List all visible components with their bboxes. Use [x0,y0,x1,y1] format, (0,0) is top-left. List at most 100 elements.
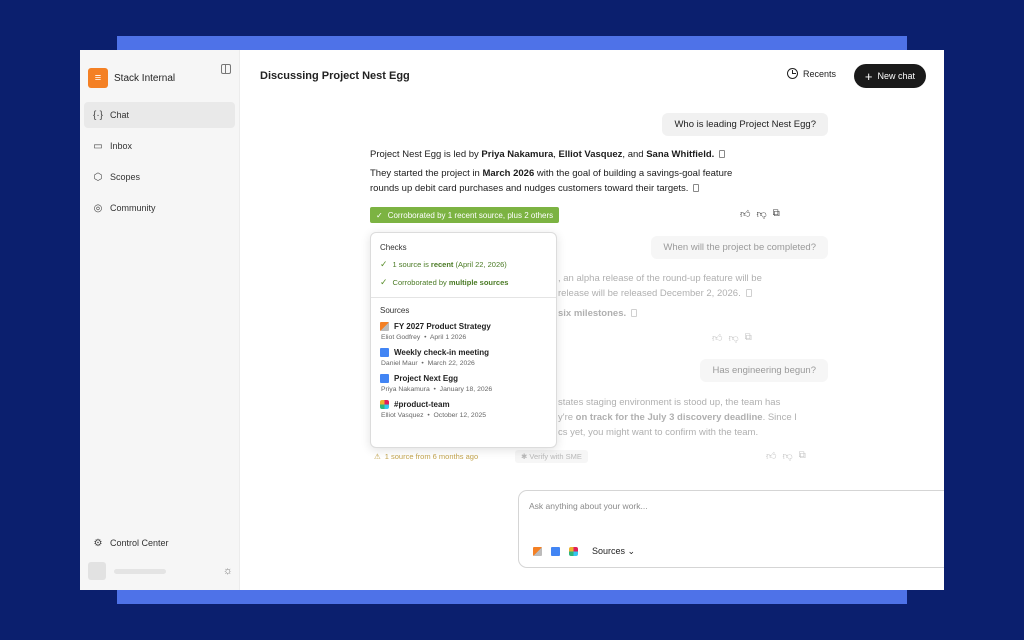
slack-icon [569,547,578,556]
corroboration-label: Corroborated by 1 recent source, plus 2 … [387,210,554,220]
user-message: Who is leading Project Nest Egg? [662,113,828,136]
sidebar-item-label: Chat [110,110,130,120]
sidebar: ≡ Stack Internal {·} Chat ▭ Inbox ⬡ Scop… [80,50,240,590]
clock-icon [786,68,798,79]
sidebar-item-chat[interactable]: {·} Chat [84,102,235,128]
sidebar-item-scopes[interactable]: ⬡ Scopes [84,164,235,190]
cube-icon: ⬡ [93,171,103,183]
source-date: October 12, 2025 [433,412,487,419]
source-date: January 18, 2026 [439,386,493,393]
sun-icon[interactable]: ☼ [223,565,233,577]
popover-divider [371,297,556,298]
answer-text: rounds up debit card purchases and nudge… [370,183,689,194]
sources-title: Sources [380,306,410,315]
gear-icon: ⚙ [93,537,103,549]
answer-bold: Elliot Vasquez [558,149,623,160]
assistant-answer-paragraph: Project Nest Egg is led by Priya Nakamur… [370,147,726,162]
check-text: 1 source is [392,260,431,269]
citation-doc-icon[interactable] [693,184,700,192]
source-date: March 22, 2026 [427,360,475,367]
answer-text: , an alpha release of the round-up featu… [558,273,762,284]
answer-text: six milestones. [558,308,627,319]
source-item[interactable]: #product-team Elliot Vasquez • October 1… [380,400,556,419]
copy-icon[interactable]: ⧉ [799,450,806,462]
composer-tools: Sources ⌄ [533,546,635,557]
community-icon: ◎ [93,202,103,214]
thumbs-up-icon[interactable]: 👍︎ [766,450,776,462]
citation-doc-icon[interactable] [745,289,752,297]
thumbs-up-icon[interactable]: 👍︎ [740,208,750,220]
verify-sme-button[interactable]: ✱ Verify with SME [515,450,588,463]
new-chat-label: New chat [877,71,915,81]
thumbs-up-icon[interactable]: 👍︎ [712,332,722,344]
user-row[interactable]: ☼ [88,562,233,580]
slack-icon [380,400,389,409]
stack-logo-icon: ≡ [88,68,108,88]
google-doc-icon [380,348,389,357]
sources-dropdown[interactable]: Sources ⌄ [592,546,635,557]
inbox-icon: ▭ [93,140,103,152]
answer-text: . Since I [762,412,797,423]
sidebar-item-label: Scopes [110,172,141,182]
page-title: Discussing Project Nest Egg [260,70,410,82]
new-chat-button[interactable]: + New chat [853,64,926,88]
sidebar-item-control-center[interactable]: ⚙ Control Center [84,530,234,556]
source-title: FY 2027 Product Strategy [394,322,491,331]
source-title: #product-team [394,400,450,409]
user-name-placeholder [114,568,166,574]
recents-label: Recents [802,68,836,79]
source-item[interactable]: Weekly check-in meeting Daniel Maur • Ma… [380,348,556,367]
plus-icon: + [864,68,873,84]
answer-bold: Priya Nakamura [481,149,554,160]
answer-text: They started the project in [370,168,483,179]
stale-source-warning: ⚠ 1 source from 6 months ago [374,452,478,461]
sidebar-item-community[interactable]: ◎ Community [84,195,235,221]
feedback-actions: 👍︎ 👎︎ ⧉ [712,332,752,344]
thumbs-down-icon[interactable]: 👎︎ [728,332,738,344]
check-text: Corroborated by [392,278,449,287]
chat-composer[interactable]: Ask anything about your work... Sources … [518,490,944,568]
sidebar-item-label: Community [110,203,156,213]
answer-text: Project Nest Egg is led by [370,149,482,160]
feedback-actions: 👍︎ 👎︎ ⧉ [766,450,806,462]
source-author: Priya Nakamura [381,386,430,393]
check-icon: ✓ [380,259,388,269]
google-doc-icon [380,374,389,383]
check-item: ✓ Corroborated by multiple sources [380,277,556,288]
sidebar-item-inbox[interactable]: ▭ Inbox [84,133,235,159]
brand[interactable]: ≡ Stack Internal [80,58,239,98]
source-item[interactable]: FY 2027 Product Strategy Eliot Godfrey •… [380,322,556,341]
answer-bold: Sana Whitfield. [646,149,715,160]
citation-doc-icon[interactable] [719,150,726,158]
answer-text: states staging environment is stood up, … [558,397,781,408]
source-title: Project Next Egg [394,374,459,383]
chat-main: Discussing Project Nest Egg Recents + Ne… [240,50,944,590]
thumbs-down-icon[interactable]: 👎︎ [782,450,792,462]
app-window: ≡ Stack Internal {·} Chat ▭ Inbox ⬡ Scop… [80,50,944,590]
google-doc-icon [551,547,560,556]
assistant-answer-paragraph: , an alpha release of the round-up featu… [558,271,762,301]
recents-button[interactable]: Recents [786,68,836,79]
assistant-answer-paragraph: states staging environment is stood up, … [558,395,797,440]
check-text: (April 22, 2026) [453,260,507,269]
corroboration-badge[interactable]: ✓ Corroborated by 1 recent source, plus … [370,207,560,223]
answer-bold: on track for the July 3 discovery deadli… [575,412,763,423]
user-message: When will the project be completed? [651,236,828,259]
control-center-container: ⚙ Control Center [84,530,234,561]
sidebar-collapse-icon[interactable] [221,64,231,74]
citation-doc-icon[interactable] [631,309,638,317]
composer-placeholder: Ask anything about your work... [529,501,648,511]
copy-icon[interactable]: ⧉ [773,208,780,220]
copy-icon[interactable]: ⧉ [745,332,752,344]
check-item: ✓ 1 source is recent (April 22, 2026) [380,259,556,270]
source-author: Elliot Vasquez [381,412,424,419]
thumbs-down-icon[interactable]: 👎︎ [756,208,766,220]
answer-text: , and [622,149,647,160]
source-item[interactable]: Project Next Egg Priya Nakamura • Januar… [380,374,556,393]
assistant-answer-paragraph: They started the project in March 2026 w… [370,166,732,196]
source-title: Weekly check-in meeting [394,348,489,357]
check-bold: multiple sources [448,278,509,287]
avatar [88,562,106,580]
app-name: Stack Internal [114,72,176,84]
assistant-answer-paragraph: six milestones. [558,306,638,321]
